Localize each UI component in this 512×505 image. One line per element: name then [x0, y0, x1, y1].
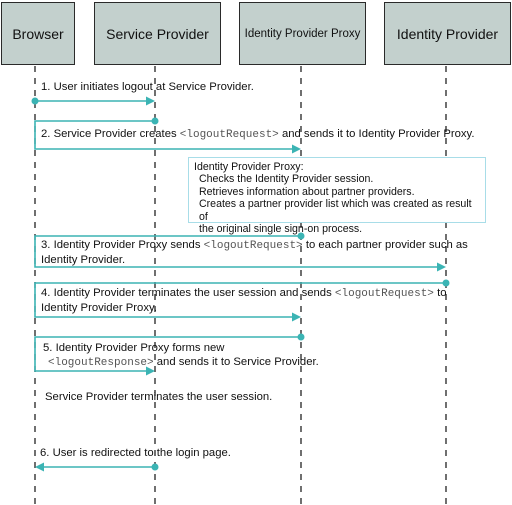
step-text: Identity Provider Proxy sends — [53, 239, 201, 251]
note-line: Retrieves information about partner prov… — [199, 185, 415, 198]
arrowhead-step-6 — [35, 462, 44, 472]
step-5-label: 5. Identity Provider Proxy forms new <lo… — [43, 341, 319, 370]
note-line: Checks the Identity Provider session. — [199, 173, 374, 186]
sp-terminates-note: Service Provider terminates the user ses… — [45, 390, 272, 404]
note-line: the original single sign-on process. — [199, 223, 363, 236]
step-text: Identity Provider terminates the user se… — [53, 287, 332, 299]
step-text: and sends it to Identity Provider Proxy. — [281, 128, 475, 140]
origin-dot-step-2 — [151, 117, 159, 125]
step-text: to — [437, 287, 447, 299]
arrowhead-step-2 — [292, 144, 301, 154]
code-element: <logoutRequest> — [203, 240, 303, 252]
origin-dot-step-5 — [297, 333, 305, 341]
code-element: <logoutResponse> — [48, 357, 154, 369]
step-text: Service Provider creates — [53, 128, 177, 140]
step-3-label: 3. Identity Provider Proxy sends <logout… — [41, 238, 468, 267]
code-element: <logoutRequest> — [334, 288, 434, 300]
origin-dot-step-1 — [31, 97, 39, 105]
step-text: Identity Provider Proxy forms new — [55, 342, 225, 354]
code-element: <logoutRequest> — [179, 129, 279, 141]
step-number: 1. — [41, 81, 51, 93]
step-1-label: 1. User initiates logout at Service Prov… — [41, 80, 254, 94]
step-number: 2. — [41, 128, 51, 140]
step-text: User is redirected to the login page. — [52, 447, 231, 459]
note-line: Creates a partner provider list which wa… — [199, 198, 472, 223]
step-text: Identity Provider Proxy. — [41, 302, 157, 314]
step-6-label: 6. User is redirected to the login page. — [40, 446, 231, 460]
step-number: 6. — [40, 447, 50, 459]
step-text: Service Provider terminates the user ses… — [45, 391, 273, 403]
step-number: 3. — [41, 239, 51, 251]
step-text: to each partner provider such as — [305, 239, 468, 251]
step-2-label: 2. Service Provider creates <logoutReque… — [41, 127, 475, 142]
origin-dot-step-6 — [151, 463, 159, 471]
step-text: Identity Provider. — [41, 254, 126, 266]
step-number: 4. — [41, 287, 51, 299]
step-text: User initiates logout at Service Provide… — [53, 81, 254, 93]
arrowhead-step-1 — [146, 96, 155, 106]
step-4-label: 4. Identity Provider terminates the user… — [41, 286, 446, 315]
step-text: and sends it to Service Provider. — [156, 356, 319, 368]
idp-proxy-note: Identity Provider Proxy: Checks the Iden… — [188, 157, 486, 235]
note-title: Identity Provider Proxy: — [194, 161, 304, 173]
step-number: 5. — [43, 342, 53, 354]
